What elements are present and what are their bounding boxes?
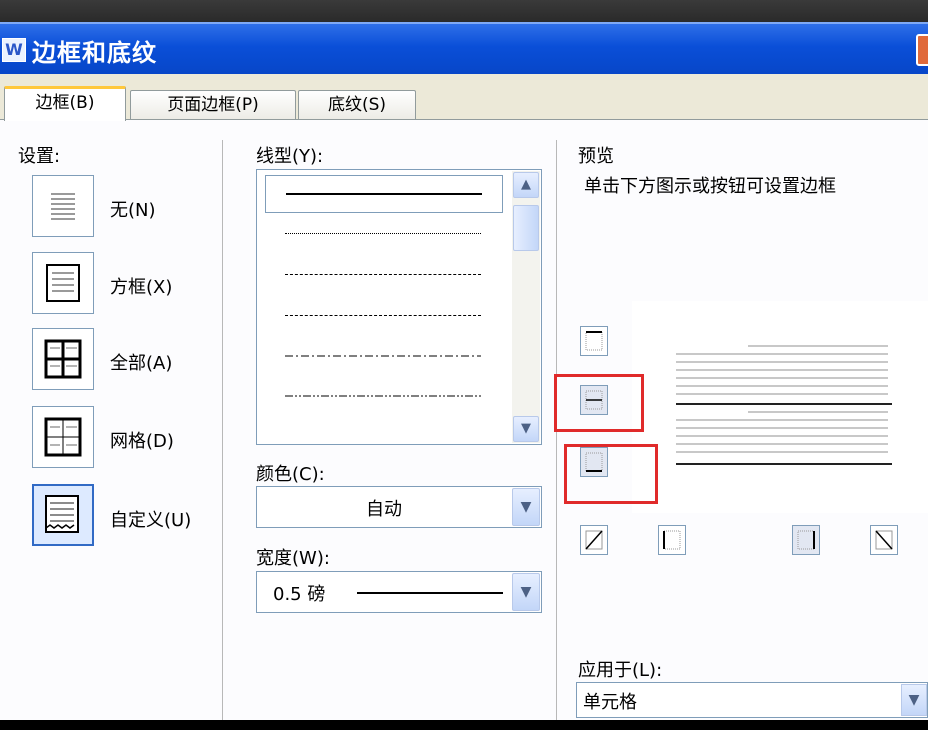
width-value: 0.5 磅 (273, 584, 326, 605)
color-value: 自动 (366, 499, 402, 520)
width-line-sample (357, 592, 503, 594)
tab-shading[interactable]: 底纹(S) (298, 90, 416, 120)
border-none-icon (51, 193, 75, 220)
highlight-box (564, 444, 658, 504)
top-border-button[interactable] (580, 326, 608, 356)
width-dropdown[interactable]: 0.5 磅 ▼ (256, 571, 542, 613)
setting-all-button[interactable] (32, 328, 94, 390)
scroll-down-button[interactable]: ▼ (513, 416, 539, 442)
setting-custom-label: 自定义(U) (110, 510, 192, 531)
divider (556, 140, 557, 730)
setting-box-button[interactable] (32, 252, 94, 314)
settings-heading: 设置: (18, 146, 61, 167)
width-label: 宽度(W): (256, 548, 330, 569)
line-style-sparse-dash[interactable] (265, 298, 501, 334)
diagonal-down-border-button[interactable] (870, 525, 898, 555)
dialog-body: 边框(B) 页面边框(P) 底纹(S) 设置: 无(N) 方框(X) 全部(A)… (0, 74, 928, 730)
window-title: 边框和底纹 (32, 39, 157, 67)
app-icon: W (2, 38, 26, 62)
line-style-dash-dot-dot[interactable] (265, 378, 501, 414)
preview-bottom-border (676, 463, 892, 465)
left-border-button[interactable] (658, 525, 686, 555)
line-style-dash-dot[interactable] (265, 338, 501, 374)
border-grid-icon (44, 417, 82, 457)
setting-box-label: 方框(X) (110, 277, 173, 298)
line-style-solid[interactable] (265, 175, 503, 213)
preview-heading: 预览 (578, 146, 614, 167)
line-style-dotted[interactable] (265, 216, 501, 252)
line-style-list[interactable]: ▲ ▼ (256, 169, 542, 445)
divider (222, 140, 223, 730)
chevron-down-icon[interactable]: ▼ (512, 573, 540, 611)
preview-inner-border (676, 403, 892, 405)
tab-borders[interactable]: 边框(B) (4, 86, 126, 121)
tab-page-border[interactable]: 页面边框(P) (130, 90, 296, 120)
tab-panel: 设置: 无(N) 方框(X) 全部(A) 网格(D) 自定义(U) 线型(Y):… (0, 119, 928, 730)
setting-none-label: 无(N) (110, 200, 156, 221)
border-custom-icon (45, 495, 79, 533)
apply-to-dropdown[interactable]: 单元格 ▼ (576, 682, 928, 718)
line-style-scrollbar[interactable]: ▲ ▼ (512, 171, 540, 443)
chevron-down-icon[interactable]: ▼ (512, 488, 540, 526)
right-border-button[interactable] (792, 525, 820, 555)
diagonal-up-border-button[interactable] (580, 525, 608, 555)
line-style-dashed[interactable] (265, 257, 501, 293)
color-label: 颜色(C): (256, 464, 325, 485)
preview-hint: 单击下方图示或按钮可设置边框 (584, 176, 836, 197)
screen-top-strip (0, 0, 928, 22)
title-bar: W 边框和底纹 (0, 22, 928, 74)
setting-all-label: 全部(A) (110, 353, 173, 374)
close-button[interactable] (916, 34, 928, 66)
preview-area[interactable] (632, 301, 928, 513)
border-box-icon (46, 264, 80, 302)
setting-grid-button[interactable] (32, 406, 94, 468)
chevron-down-icon[interactable]: ▼ (901, 684, 927, 716)
apply-to-value: 单元格 (583, 692, 637, 713)
apply-to-label: 应用于(L): (578, 660, 663, 681)
color-dropdown[interactable]: 自动 ▼ (256, 486, 542, 528)
screen-bottom-strip (0, 720, 928, 730)
setting-custom-button[interactable] (32, 484, 94, 546)
tab-strip: 边框(B) 页面边框(P) 底纹(S) (0, 86, 928, 121)
setting-none-button[interactable] (32, 175, 94, 237)
highlight-box (554, 374, 644, 432)
scroll-thumb[interactable] (513, 205, 539, 251)
setting-grid-label: 网格(D) (110, 431, 174, 452)
border-all-icon (44, 339, 82, 379)
scroll-up-button[interactable]: ▲ (513, 172, 539, 198)
line-style-heading: 线型(Y): (256, 146, 324, 167)
